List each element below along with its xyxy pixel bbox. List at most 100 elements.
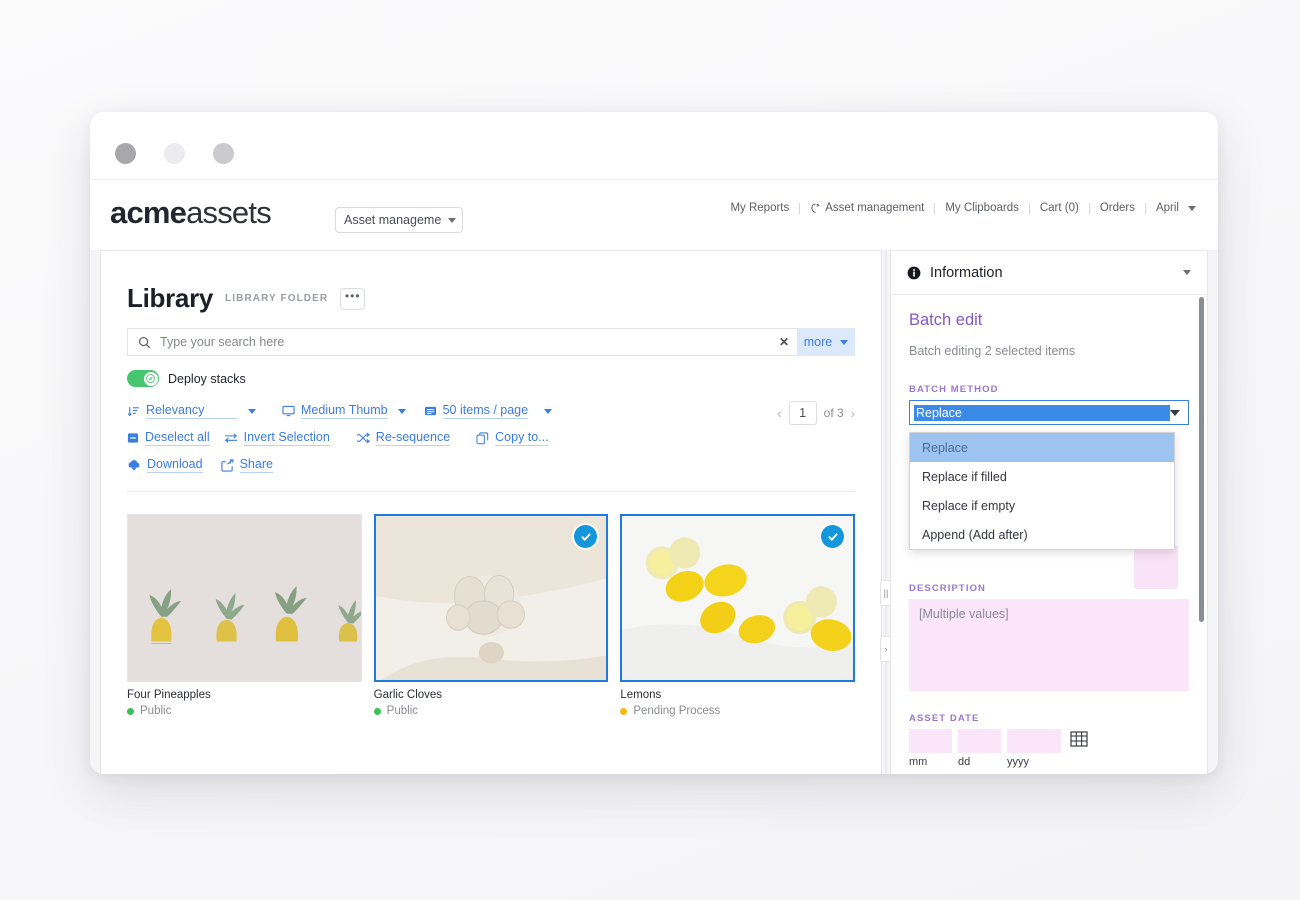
copy-to-button[interactable]: Copy to... bbox=[476, 430, 549, 446]
asset-name: Four Pineapples bbox=[127, 689, 211, 701]
pagination: ‹ 1 of 3 › bbox=[777, 401, 855, 425]
share-button[interactable]: Share bbox=[220, 457, 273, 473]
more-search-options-button[interactable]: more bbox=[797, 328, 855, 356]
sort-dropdown[interactable]: Relevancy bbox=[127, 403, 256, 419]
re-sequence-button[interactable]: Re-sequence bbox=[356, 430, 451, 446]
copy-icon bbox=[476, 431, 489, 444]
view-mode-dropdown[interactable]: Medium Thumb bbox=[282, 403, 406, 419]
prev-page-button[interactable]: ‹ bbox=[777, 406, 781, 421]
nav-divider bbox=[1088, 202, 1090, 214]
asset-name: Lemons bbox=[620, 689, 662, 701]
nav-divider bbox=[934, 202, 936, 214]
check-icon bbox=[827, 532, 838, 541]
re-sequence-label: Re-sequence bbox=[375, 430, 451, 446]
search-row: Type your search here ✕ more bbox=[127, 328, 855, 356]
asset-management-icon bbox=[811, 203, 821, 213]
share-label: Share bbox=[239, 457, 273, 473]
description-textarea[interactable]: [Multiple values] bbox=[909, 599, 1189, 691]
batch-edit-subtitle: Batch editing 2 selected items bbox=[909, 344, 1076, 358]
batch-edit-title: Batch edit bbox=[909, 311, 983, 329]
obscured-field bbox=[1134, 545, 1178, 589]
batch-method-label: BATCH METHOD bbox=[909, 384, 999, 395]
browser-window: acmeassets Asset manageme My Reports Ass… bbox=[90, 112, 1218, 774]
year-caption: yyyy bbox=[1007, 756, 1029, 768]
copy-to-label: Copy to... bbox=[495, 430, 549, 446]
app-body: Library LIBRARY FOLDER ••• Type your sea… bbox=[90, 250, 1218, 774]
nav-asset-management[interactable]: Asset management bbox=[810, 202, 924, 214]
dropdown-option-replace[interactable]: Replace bbox=[910, 433, 1174, 462]
nav-divider bbox=[1144, 202, 1146, 214]
nav-orders[interactable]: Orders bbox=[1100, 202, 1135, 214]
nav-my-clipboards[interactable]: My Clipboards bbox=[945, 202, 1019, 214]
asset-thumbnail[interactable] bbox=[620, 514, 856, 682]
asset-card[interactable]: Garlic Cloves Public bbox=[373, 514, 609, 717]
dropdown-option-replace-if-empty[interactable]: Replace if empty bbox=[910, 491, 1174, 520]
deploy-stacks-toggle[interactable] bbox=[127, 370, 159, 387]
asset-card[interactable]: Four Pineapples Public bbox=[127, 514, 362, 717]
status-dot bbox=[127, 707, 134, 715]
status-label: Public bbox=[140, 705, 172, 717]
items-per-page-dropdown[interactable]: 50 items / page bbox=[424, 403, 553, 419]
information-panel-header: Information bbox=[891, 251, 1207, 295]
nav-user-menu[interactable]: April bbox=[1156, 202, 1196, 214]
year-input[interactable] bbox=[1007, 729, 1061, 753]
chevron-down-icon bbox=[397, 408, 406, 414]
nav-cart[interactable]: Cart (0) bbox=[1040, 202, 1079, 214]
folder-options-button[interactable]: ••• bbox=[340, 287, 366, 310]
chevron-down-icon[interactable] bbox=[1183, 270, 1191, 275]
chevron-down-icon bbox=[248, 408, 256, 414]
deploy-stacks-row: Deploy stacks bbox=[127, 370, 855, 387]
chevron-down-icon bbox=[1188, 205, 1196, 211]
calendar-icon[interactable] bbox=[1070, 730, 1088, 748]
minimize-window-button[interactable] bbox=[164, 143, 185, 164]
page-root: acmeassets Asset manageme My Reports Ass… bbox=[0, 0, 1300, 900]
next-page-button[interactable]: › bbox=[851, 406, 855, 421]
asset-date-year: yyyy bbox=[1007, 729, 1061, 768]
dropdown-option-replace-if-filled[interactable]: Replace if filled bbox=[910, 462, 1174, 491]
month-input[interactable] bbox=[909, 729, 952, 753]
controls-row-actions: Download Share bbox=[127, 457, 855, 473]
window-controls bbox=[115, 143, 234, 164]
invert-selection-button[interactable]: Invert Selection bbox=[224, 430, 330, 446]
nav-divider bbox=[799, 202, 801, 214]
folder-kind-label: LIBRARY FOLDER bbox=[225, 293, 329, 304]
information-panel-scrollbar[interactable] bbox=[1199, 295, 1204, 773]
monitor-icon bbox=[282, 405, 295, 417]
search-input[interactable]: Type your search here bbox=[127, 328, 771, 356]
asset-thumbnail[interactable] bbox=[127, 514, 362, 682]
close-window-button[interactable] bbox=[115, 143, 136, 164]
logo-acme: acme bbox=[110, 195, 187, 230]
maximize-window-button[interactable] bbox=[213, 143, 234, 164]
toggle-knob bbox=[143, 371, 158, 386]
asset-card[interactable]: Lemons Pending Process bbox=[620, 514, 856, 717]
check-icon bbox=[581, 532, 591, 541]
current-page-input[interactable]: 1 bbox=[788, 401, 817, 425]
scrollbar-thumb[interactable] bbox=[1199, 297, 1204, 622]
asset-selected-check[interactable] bbox=[821, 525, 845, 548]
chevron-down-icon bbox=[840, 339, 849, 345]
deselect-all-button[interactable]: Deselect all bbox=[127, 430, 210, 446]
sort-dropdown-label: Relevancy bbox=[146, 403, 238, 419]
asset-date-month: mm bbox=[909, 729, 952, 768]
library-panel: Library LIBRARY FOLDER ••• Type your sea… bbox=[100, 250, 882, 774]
information-panel: Information Batch edit Batch editing 2 s… bbox=[890, 250, 1208, 774]
controls-row-selection: Deselect all Invert Selection Re-sequenc… bbox=[127, 430, 855, 446]
lemons-image bbox=[622, 516, 854, 680]
batch-method-value: Replace bbox=[914, 404, 1170, 421]
asset-thumbnail[interactable] bbox=[373, 514, 609, 682]
nav-my-reports[interactable]: My Reports bbox=[730, 202, 789, 214]
top-navigation: My Reports Asset management My Clipboard… bbox=[730, 202, 1196, 214]
month-caption: mm bbox=[909, 756, 928, 768]
status-dot bbox=[373, 707, 381, 715]
clear-search-button[interactable]: ✕ bbox=[771, 328, 797, 356]
splitter-bar bbox=[885, 250, 887, 774]
status-dot bbox=[620, 707, 628, 715]
status-label: Public bbox=[386, 705, 418, 717]
download-button[interactable]: Download bbox=[127, 457, 203, 473]
dropdown-option-append[interactable]: Append (Add after) bbox=[910, 520, 1174, 549]
context-selector[interactable]: Asset manageme bbox=[335, 207, 463, 233]
day-input[interactable] bbox=[958, 729, 1001, 753]
batch-method-select[interactable]: Replace bbox=[909, 400, 1189, 425]
list-icon bbox=[424, 406, 436, 416]
asset-grid: Four Pineapples Public Garlic Cloves Pub… bbox=[101, 492, 881, 717]
